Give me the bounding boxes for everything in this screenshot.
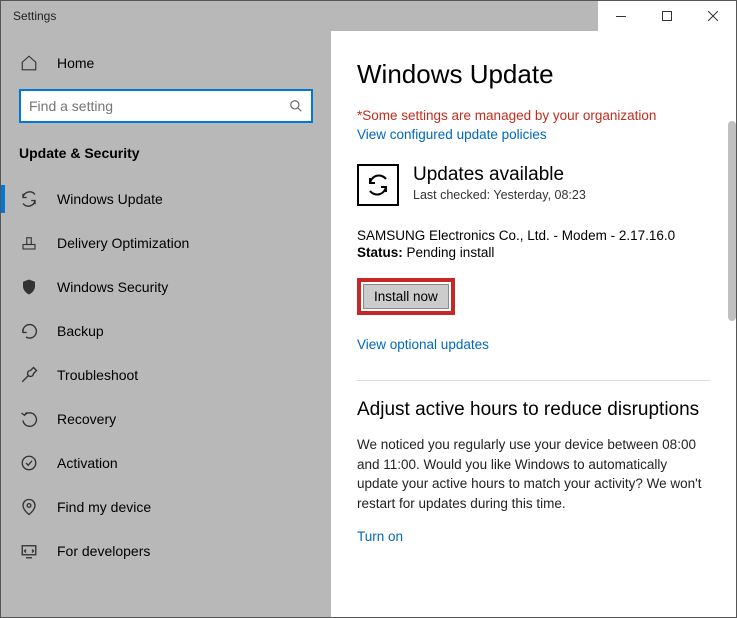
view-policies-link[interactable]: View configured update policies [357, 127, 710, 142]
view-optional-updates-link[interactable]: View optional updates [357, 337, 710, 352]
page-title: Windows Update [357, 59, 710, 90]
install-now-highlight: Install now [357, 278, 455, 315]
nav-label: Recovery [57, 411, 116, 427]
last-checked-text: Last checked: Yesterday, 08:23 [413, 188, 586, 202]
section-divider [357, 380, 710, 381]
minimize-icon [616, 16, 626, 17]
sidebar-item-windows-update[interactable]: Windows Update [1, 177, 331, 221]
nav-label: Activation [57, 455, 118, 471]
nav-label: Windows Update [57, 191, 163, 207]
home-label: Home [57, 55, 94, 71]
nav-label: Backup [57, 323, 104, 339]
sync-icon [19, 189, 39, 209]
section-header: Update & Security [1, 135, 331, 177]
status-value: Pending install [403, 245, 495, 260]
sidebar-item-for-developers[interactable]: For developers [1, 529, 331, 573]
activation-icon [19, 453, 39, 473]
updates-available-icon [357, 164, 399, 206]
scrollbar-thumb[interactable] [728, 121, 736, 321]
sidebar-item-troubleshoot[interactable]: Troubleshoot [1, 353, 331, 397]
developers-icon [19, 541, 39, 561]
org-managed-notice: *Some settings are managed by your organ… [357, 108, 710, 123]
updates-available-title: Updates available [413, 164, 586, 186]
wrench-icon [19, 365, 39, 385]
shield-icon [19, 277, 39, 297]
sidebar-item-delivery-optimization[interactable]: Delivery Optimization [1, 221, 331, 265]
sidebar-item-backup[interactable]: Backup [1, 309, 331, 353]
nav-label: Troubleshoot [57, 367, 138, 383]
nav-label: Delivery Optimization [57, 235, 189, 251]
minimize-button[interactable] [598, 1, 644, 31]
maximize-button[interactable] [644, 1, 690, 31]
maximize-icon [662, 11, 672, 21]
close-icon [708, 11, 718, 21]
location-icon [19, 497, 39, 517]
window-title: Settings [13, 9, 56, 23]
backup-icon [19, 321, 39, 341]
sidebar-item-recovery[interactable]: Recovery [1, 397, 331, 441]
search-input[interactable] [29, 98, 289, 114]
sidebar-item-activation[interactable]: Activation [1, 441, 331, 485]
sidebar-item-find-my-device[interactable]: Find my device [1, 485, 331, 529]
search-box[interactable] [19, 89, 313, 123]
install-now-button[interactable]: Install now [363, 284, 449, 309]
status-label: Status: [357, 245, 403, 260]
pending-driver-name: SAMSUNG Electronics Co., Ltd. - Modem - … [357, 228, 710, 243]
home-nav[interactable]: Home [1, 41, 331, 85]
window-controls [598, 1, 736, 31]
update-status-block: Updates available Last checked: Yesterda… [357, 164, 710, 206]
nav-label: Find my device [57, 499, 151, 515]
home-icon [19, 53, 39, 73]
content-pane: Windows Update *Some settings are manage… [331, 31, 736, 617]
nav-label: Windows Security [57, 279, 168, 295]
delivery-icon [19, 233, 39, 253]
active-hours-heading: Adjust active hours to reduce disruption… [357, 399, 710, 421]
nav-label: For developers [57, 543, 150, 559]
close-button[interactable] [690, 1, 736, 31]
recovery-icon [19, 409, 39, 429]
sidebar-item-windows-security[interactable]: Windows Security [1, 265, 331, 309]
turn-on-link[interactable]: Turn on [357, 529, 710, 544]
search-icon [289, 99, 303, 113]
sidebar: Home Update & Security Windows Update De… [1, 31, 331, 617]
title-bar: Settings [1, 1, 736, 31]
active-hours-body: We noticed you regularly use your device… [357, 435, 710, 513]
pending-status: Status: Pending install [357, 245, 710, 260]
